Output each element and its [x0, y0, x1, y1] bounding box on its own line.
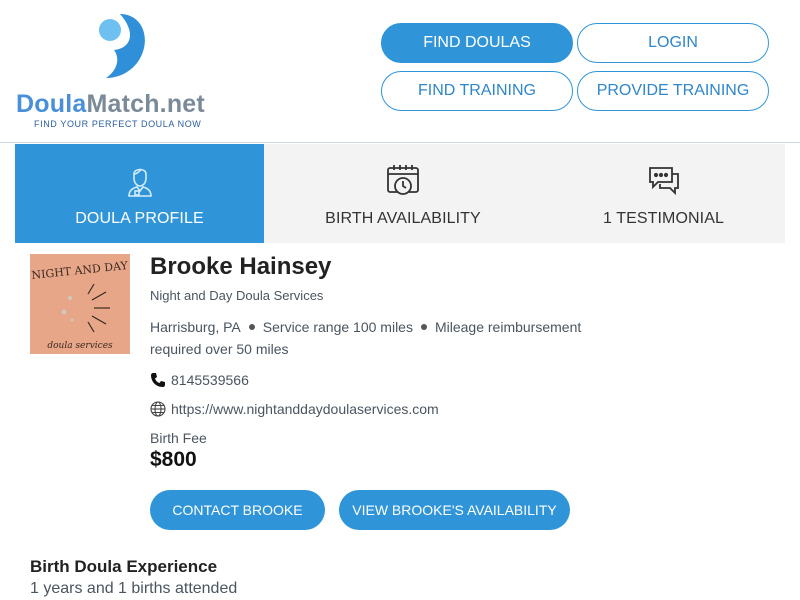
calendar-clock-icon	[387, 165, 419, 195]
phone-icon	[151, 373, 165, 387]
business-name: Night and Day Doula Services	[150, 288, 324, 303]
svg-text:doula services: doula services	[47, 341, 113, 351]
doula-name: Brooke Hainsey	[150, 253, 332, 280]
tab-doula-profile-label: DOULA PROFILE	[75, 210, 204, 227]
separator-dot	[248, 324, 255, 331]
logo-tagline: FIND YOUR PERFECT DOULA NOW	[34, 119, 202, 129]
login-button[interactable]: LOGIN	[577, 23, 769, 63]
globe-icon	[150, 401, 166, 417]
view-availability-button[interactable]: VIEW BROOKE'S AVAILABILITY	[339, 490, 570, 530]
profile-logo-image: NIGHT AND DAY doula services	[30, 254, 130, 354]
experience-heading: Birth Doula Experience	[30, 557, 218, 576]
birth-fee-label: Birth Fee	[150, 430, 207, 446]
provide-training-button[interactable]: PROVIDE TRAINING	[577, 71, 769, 111]
business-logo-image: NIGHT AND DAY doula services	[30, 254, 130, 354]
separator-dot	[420, 324, 427, 331]
tab-birth-availability[interactable]: BIRTH AVAILABILITY	[264, 144, 542, 243]
find-training-button[interactable]: FIND TRAINING	[381, 71, 573, 111]
logo-wordmark-part1: Doula	[16, 90, 87, 118]
person-icon	[127, 168, 152, 197]
tab-doula-profile[interactable]: DOULA PROFILE	[15, 144, 264, 243]
tab-birth-availability-label: BIRTH AVAILABILITY	[325, 210, 481, 227]
tab-testimonials[interactable]: 1 TESTIMONIAL	[542, 144, 785, 243]
logo-wordmark: DoulaMatch.net	[16, 90, 205, 119]
city: Harrisburg, PA	[150, 319, 241, 335]
find-doulas-button[interactable]: FIND DOULAS	[381, 23, 573, 63]
experience-text: 1 years and 1 births attended	[30, 580, 238, 597]
birth-fee-value: $800	[150, 448, 197, 471]
logo-mark-icon	[99, 14, 145, 78]
logo-wordmark-part2: Match.net	[86, 90, 205, 118]
profile-tabs: DOULA PROFILE BIRTH AVAILABILITY 1 TESTI…	[15, 144, 785, 243]
website-link[interactable]: https://www.nightanddaydoulaservices.com	[171, 401, 439, 417]
site-header: DoulaMatch.net FIND YOUR PERFECT DOULA N…	[0, 0, 800, 143]
location-details: Harrisburg, PA Service range 100 miles Mil…	[150, 316, 620, 360]
service-range: Service range 100 miles	[262, 319, 413, 335]
site-logo[interactable]: DoulaMatch.net FIND YOUR PERFECT DOULA N…	[16, 12, 226, 132]
tab-testimonials-label: 1 TESTIMONIAL	[602, 210, 725, 227]
phone-row[interactable]: 8145539566	[150, 372, 249, 388]
website-row[interactable]: https://www.nightanddaydoulaservices.com	[150, 401, 439, 417]
chat-bubbles-icon	[648, 167, 679, 196]
contact-button[interactable]: CONTACT BROOKE	[150, 490, 325, 530]
phone-number[interactable]: 8145539566	[171, 372, 249, 388]
